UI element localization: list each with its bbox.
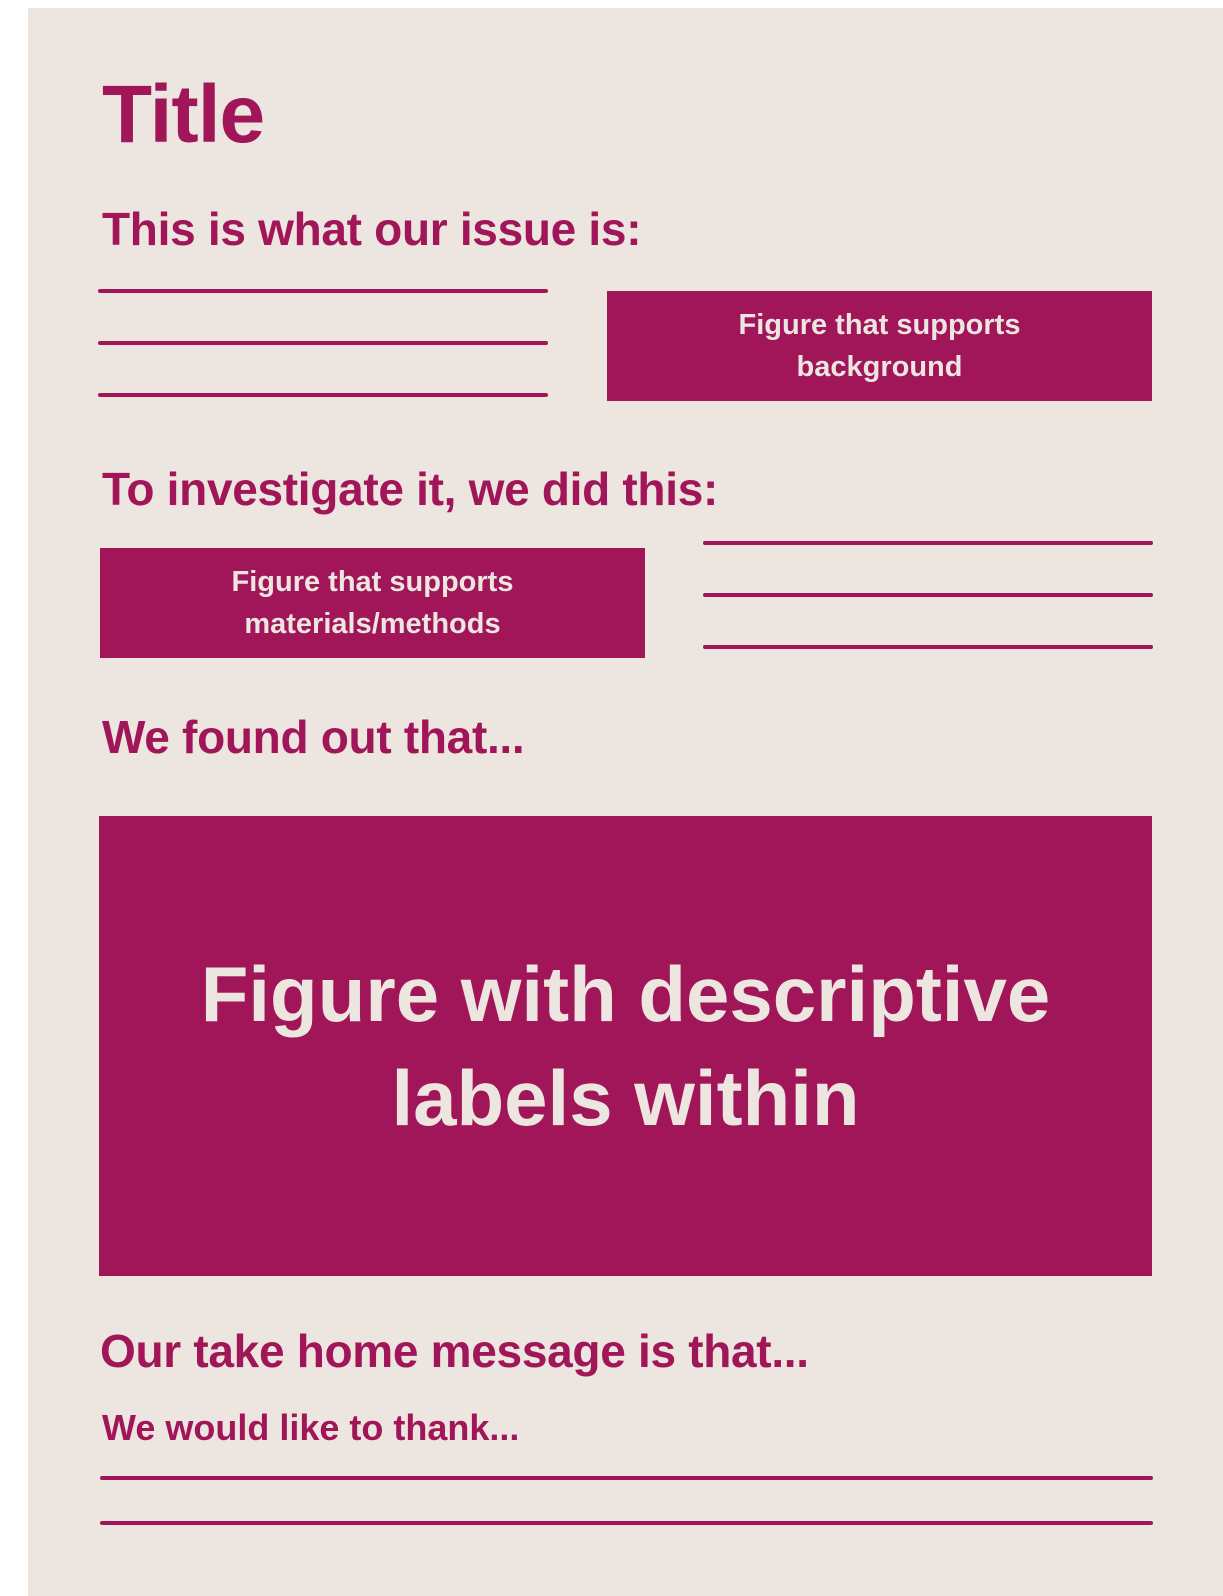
background-figure: Figure that supports background (607, 291, 1152, 401)
background-figure-label: Figure that supports background (738, 309, 1021, 383)
text-line-placeholder (100, 1476, 1153, 1480)
text-line-placeholder (703, 541, 1153, 545)
take-home-heading: Our take home message is that... (100, 1325, 809, 1377)
poster-title: Title (102, 69, 265, 160)
findings-heading: We found out that... (102, 711, 525, 763)
poster: Title This is what our issue is: Figure … (28, 8, 1223, 1596)
text-line-placeholder (100, 1521, 1153, 1525)
methods-figure: Figure that supports materials/methods (100, 548, 645, 658)
results-figure: Figure with descriptive labels within (99, 816, 1152, 1276)
results-figure-label: Figure with descriptive labels within (200, 950, 1051, 1142)
acknowledgements-heading: We would like to thank... (102, 1407, 520, 1448)
methods-figure-label: Figure that supports materials/methods (231, 566, 514, 640)
text-line-placeholder (703, 645, 1153, 649)
issue-heading: This is what our issue is: (102, 203, 642, 255)
text-line-placeholder (98, 289, 548, 293)
text-line-placeholder (98, 393, 548, 397)
text-line-placeholder (98, 341, 548, 345)
text-line-placeholder (703, 593, 1153, 597)
investigate-heading: To investigate it, we did this: (102, 463, 719, 515)
